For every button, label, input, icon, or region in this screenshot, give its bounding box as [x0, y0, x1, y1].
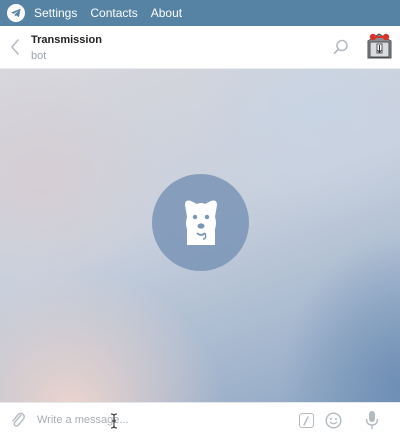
paperclip-icon[interactable]	[10, 411, 26, 429]
nav-about[interactable]: About	[151, 6, 182, 20]
chat-header: Transmission bot	[0, 26, 400, 69]
transmission-avatar[interactable]	[364, 32, 394, 62]
top-nav-bar: Settings Contacts About	[0, 0, 400, 26]
search-icon[interactable]	[332, 38, 350, 56]
telegram-logo-icon[interactable]	[7, 4, 25, 22]
message-composer	[0, 402, 400, 437]
text-cursor-icon	[110, 413, 118, 429]
bot-dog-icon	[152, 174, 249, 271]
nav-settings[interactable]: Settings	[34, 6, 77, 20]
smile-icon[interactable]	[325, 412, 342, 429]
slash-command-icon[interactable]	[299, 413, 314, 428]
chat-history-area[interactable]	[0, 69, 400, 402]
chevron-left-icon[interactable]	[8, 38, 22, 56]
microphone-icon[interactable]	[365, 410, 379, 430]
peer-name[interactable]: Transmission	[31, 34, 102, 46]
nav-contacts[interactable]: Contacts	[90, 6, 137, 20]
peer-status: bot	[31, 50, 47, 62]
message-input[interactable]	[37, 410, 287, 430]
